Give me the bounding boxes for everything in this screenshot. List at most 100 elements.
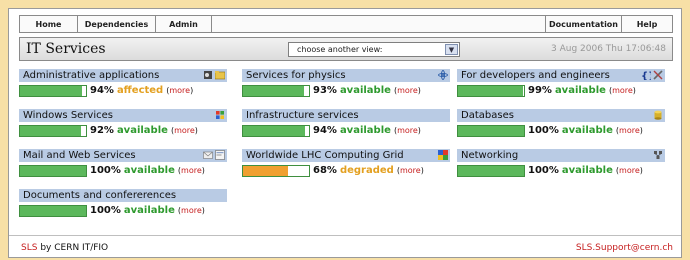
menu-documentation[interactable]: Documentation [546,16,622,32]
menu-home[interactable]: Home [20,16,78,32]
more-link[interactable]: (more) [178,166,205,175]
status-label: affected [116,85,164,96]
availability-bar-fill [243,85,305,96]
top-menu: Home Dependencies Admin Documentation He… [19,15,673,33]
service-tile: Services for physics 93% available (more… [242,69,450,97]
service-status: 93% available (more) [242,84,450,97]
menu-dependencies[interactable]: Dependencies [78,16,156,32]
service-name[interactable]: Worldwide LHC Computing Grid [242,149,450,162]
service-tile: Infrastructure services 94% available (m… [242,109,450,137]
more-link[interactable]: (more) [171,126,198,135]
service-name[interactable]: Databases [457,109,665,122]
web-icon[interactable] [215,149,225,162]
more-link-label[interactable]: more [619,126,640,135]
chevron-down-icon[interactable]: ▼ [445,44,458,55]
service-status: 68% degraded (more) [242,164,450,177]
folder-icon[interactable] [215,69,225,82]
status-label: available [561,125,613,136]
availability-percent: 93% [313,85,337,96]
more-link[interactable]: (more) [178,206,205,215]
status-label: degraded [339,165,394,176]
more-link[interactable]: (more) [616,166,643,175]
service-tile: For developers and engineers {} 99% avai… [457,69,665,97]
status-label: available [116,125,168,136]
service-name-label: Infrastructure services [246,110,359,121]
more-link-label[interactable]: more [397,86,418,95]
support-email-link[interactable]: SLS.Support@cern.ch [576,243,673,253]
more-link[interactable]: (more) [616,126,643,135]
title-bar: IT Services choose another view: ▼ 3 Aug… [19,37,673,61]
availability-percent: 100% [90,205,121,216]
more-link[interactable]: (more) [394,86,421,95]
service-name[interactable]: Mail and Web Services [19,149,227,162]
view-select[interactable]: choose another view: ▼ [288,42,460,57]
availability-bar [242,124,310,137]
mail-icon[interactable] [203,149,213,162]
service-icons [653,149,663,162]
service-status: 100% available (more) [457,124,665,137]
service-name[interactable]: Networking [457,149,665,162]
more-link-label[interactable]: more [174,126,195,135]
availability-bar-fill [243,125,306,136]
more-link[interactable]: (more) [609,86,636,95]
footer-credit: SLS by CERN IT/FIO [21,243,108,253]
service-name[interactable]: Services for physics [242,69,450,82]
service-name-label: Networking [461,150,519,161]
more-link-label[interactable]: more [619,166,640,175]
more-link-label[interactable]: more [181,166,202,175]
service-name[interactable]: Administrative applications [19,69,227,82]
service-name[interactable]: Windows Services [19,109,227,122]
more-link[interactable]: (more) [394,126,421,135]
more-link[interactable]: (more) [397,166,424,175]
availability-bar-fill [458,165,524,176]
availability-percent: 100% [90,165,121,176]
more-link-label[interactable]: more [612,86,633,95]
service-icons: {} [641,69,663,82]
more-link-label[interactable]: more [181,206,202,215]
service-tile: Windows Services 92% available (more) [19,109,227,137]
service-icons [203,149,225,162]
windows-logo-icon[interactable] [215,109,225,122]
more-link-label[interactable]: more [400,166,421,175]
service-tile: Administrative applications 94% affected… [19,69,227,97]
status-label: available [123,165,175,176]
grid-icon[interactable] [438,149,448,162]
availability-percent: 100% [528,125,559,136]
availability-bar [457,84,525,97]
availability-bar [457,164,525,177]
more-link[interactable]: (more) [166,86,193,95]
availability-bar [19,84,87,97]
network-icon[interactable] [653,149,663,162]
braces-icon[interactable]: {} [641,69,651,82]
availability-percent: 94% [313,125,337,136]
service-name-label: Databases [461,110,514,121]
service-status: 94% affected (more) [19,84,227,97]
more-link-label[interactable]: more [169,86,190,95]
atom-icon[interactable] [438,69,448,82]
menu-admin[interactable]: Admin [156,16,212,32]
service-name[interactable]: Infrastructure services [242,109,450,122]
service-tile: Documents and confererences 100% availab… [19,189,227,217]
availability-bar [19,124,87,137]
more-link-label[interactable]: more [397,126,418,135]
menu-help[interactable]: Help [622,16,672,32]
page-title: IT Services [26,41,106,57]
availability-bar [242,164,310,177]
service-name[interactable]: Documents and confererences [19,189,227,202]
tools-icon[interactable] [653,69,663,82]
gears-icon[interactable] [203,69,213,82]
availability-percent: 99% [528,85,552,96]
database-icon[interactable] [653,109,663,122]
service-tile: Networking 100% available (more) [457,149,665,177]
availability-bar-fill [20,85,83,96]
service-name[interactable]: For developers and engineers {} [457,69,665,82]
status-label: available [561,165,613,176]
service-status: 99% available (more) [457,84,665,97]
footer-by: by CERN IT/FIO [40,243,109,253]
menu-spacer [212,16,546,32]
availability-bar [242,84,310,97]
sls-link[interactable]: SLS [21,243,37,253]
service-name-label: Windows Services [23,110,113,121]
status-label: available [339,85,391,96]
service-name-label: Services for physics [246,70,346,81]
